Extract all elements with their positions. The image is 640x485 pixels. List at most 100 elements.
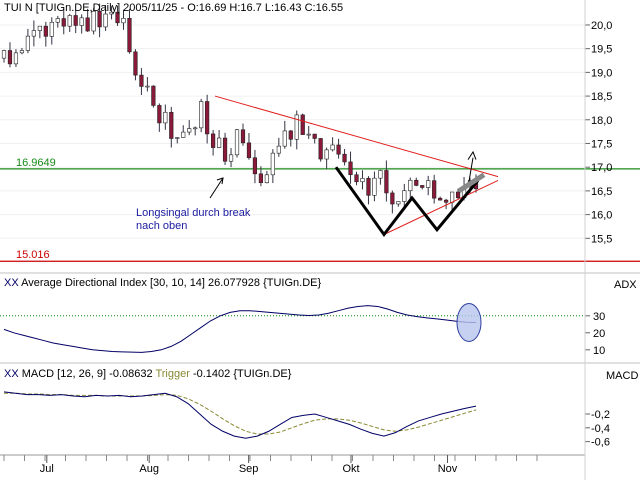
adx-marker-icon: XX [4,277,21,289]
candle-down [240,129,246,144]
x-tick-label: Okt [342,463,359,475]
candle-up [175,137,180,139]
candle-up [187,128,192,133]
candle-up [67,15,72,27]
candle-up [13,52,19,65]
candle-down [288,130,293,140]
candle-down [157,105,162,124]
macd-line [3,391,477,439]
candle-down [455,191,461,199]
candle-down [384,170,389,194]
candle-up [193,127,198,130]
price-ytick-label: 18,5 [591,91,612,103]
candle-up [145,85,150,88]
candle-down [133,51,138,76]
chart-svg: 16.9649 15.016 TUI N [TUIGn.DE,Daily] 200… [0,0,640,480]
candle-down [420,185,425,188]
price-ytick-label: 20,0 [591,20,612,32]
adx-ytick-label: 10 [593,345,605,357]
candle-down [127,17,132,53]
adx-highlight-ellipse [456,302,482,342]
adx-ytick-label: 30 [593,311,605,323]
candle-up [79,17,84,26]
trigger-value: -0.1402 [193,368,230,380]
candle-down [414,179,419,186]
price-panel-title: TUI N [TUIGn.DE,Daily] 2005/11/25 - O:16… [4,2,343,14]
candle-down [85,17,90,32]
price-ytick-label: 16,5 [591,186,612,198]
candle-down [151,85,156,106]
x-tick-label: Sep [239,463,259,475]
macd-title-text: MACD [12, 26, 9] -0.08632 [22,368,153,380]
candle-down [43,25,48,37]
candle-up [282,130,287,147]
candle-up [330,144,335,151]
candle-up [25,35,30,51]
candle-down [390,192,395,205]
macd-panel-title: XX MACD [12, 26, 9] -0.08632 Trigger -0.… [4,368,292,380]
candle-down [366,178,371,196]
candle-up [450,191,455,203]
candle-down [7,50,13,65]
candle-down [438,197,443,201]
candle-up [91,10,96,32]
candle-up [234,129,240,156]
price-ytick-label: 17,5 [591,138,612,150]
candle-up [121,17,126,24]
candle-down [222,137,228,162]
adx-title-text: Average Directional Index [30, 10, 14] 2… [21,277,321,289]
candle-down [342,153,347,163]
annotation-line-2: nach oben [136,220,187,232]
candle-up [1,50,7,59]
candle-up [55,18,60,23]
candle-down [73,15,78,26]
candle-up [103,13,108,28]
candle-down [211,133,216,148]
candle-down [336,144,341,155]
candle-up [228,154,234,162]
candle-up [372,177,377,196]
x-tick-label: Nov [438,463,458,475]
candle-up [276,145,281,154]
annotation-line-1: Longsingal durch break [136,207,251,219]
macd-marker-icon: XX [4,368,22,380]
adx-ytick-label: 20 [593,328,605,340]
candle-down [354,174,359,183]
horizontal-level-label: 15.016 [16,249,50,261]
candle-up [306,133,311,136]
candle-down [252,157,258,175]
horizontal-level-label: 16.9649 [16,157,56,169]
candle-up [31,30,36,37]
candle-down [139,74,144,87]
trigger-label: Trigger [155,368,190,380]
price-ytick-label: 19,0 [591,67,612,79]
adx-line [3,305,477,353]
candle-up [426,180,431,188]
candle-down [318,138,323,160]
x-tick-label: Aug [139,463,159,475]
candle-up [49,21,54,37]
candle-up [408,179,413,192]
candle-up [37,25,42,31]
candle-down [432,180,437,199]
candle-down [348,161,353,176]
candle-down [246,142,252,159]
price-ytick-label: 19,5 [591,44,612,56]
macd-ytick-label: -0,6 [591,437,610,449]
adx-axis-label: ADX [614,279,637,291]
x-tick-label: Jul [40,463,54,475]
candle-up [19,50,25,54]
candle-down [61,18,66,27]
candle-down [444,199,449,203]
candle-up [324,149,329,160]
candle-down [169,111,174,139]
adx-panel-title: XX Average Directional Index [30, 10, 14… [4,277,321,289]
candle-up [216,137,222,148]
price-ytick-label: 16,0 [591,210,612,222]
candle-up [199,101,204,129]
price-ytick-label: 15,5 [591,233,612,245]
macd-ytick-label: -0,2 [591,409,610,421]
macd-axis-label: MACD [606,370,638,382]
candle-up [396,201,401,205]
stock-chart: 16.9649 15.016 TUI N [TUIGn.DE,Daily] 200… [0,0,640,480]
